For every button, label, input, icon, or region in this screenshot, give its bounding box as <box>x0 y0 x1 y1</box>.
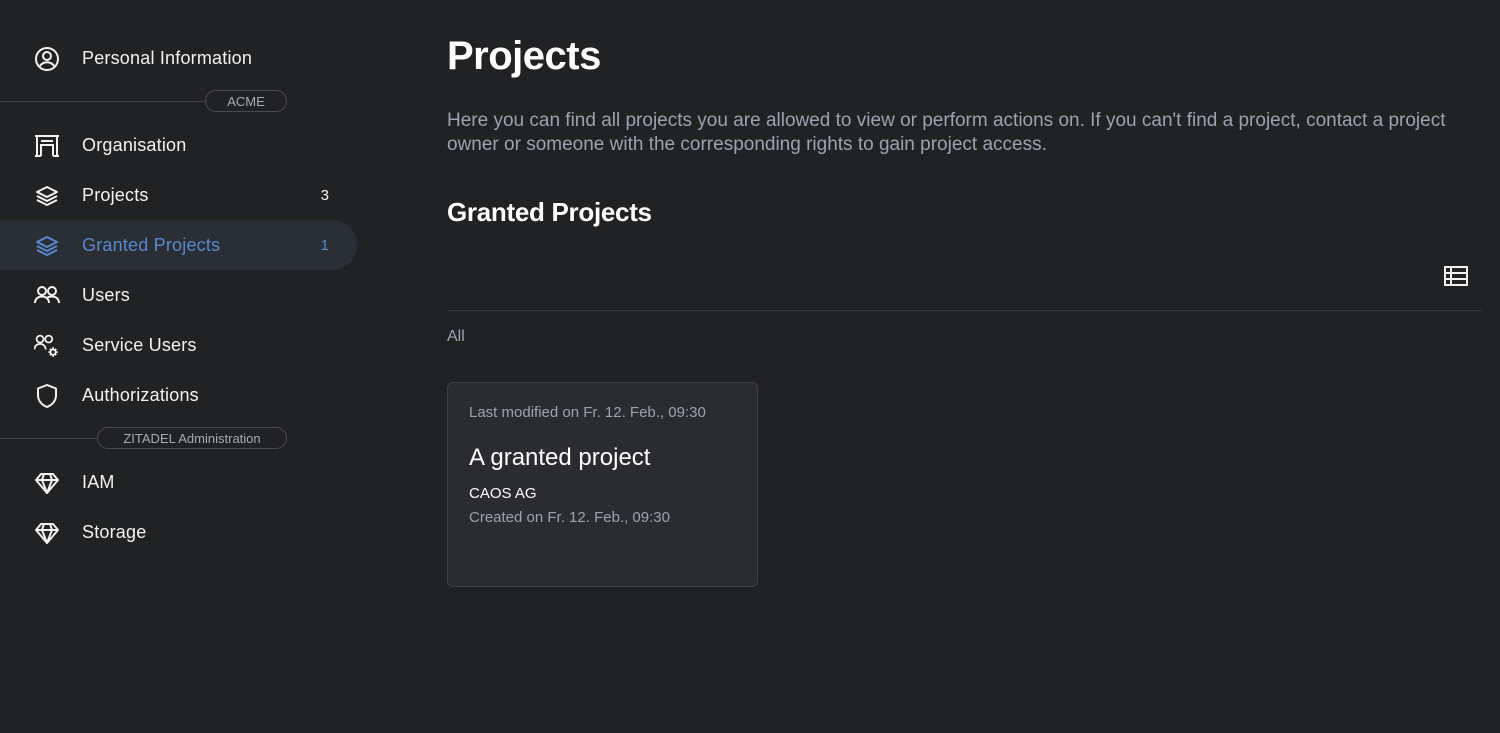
sidebar-item-service-users[interactable]: Service Users <box>0 320 357 370</box>
sidebar-item-label: Service Users <box>82 334 197 355</box>
granted-projects-count-badge: 1 <box>320 236 329 254</box>
projects-count-badge: 3 <box>320 186 329 204</box>
sidebar-item-authorizations[interactable]: Authorizations <box>0 370 357 420</box>
list-view-icon[interactable] <box>1444 264 1468 288</box>
sidebar-item-label: Organisation <box>82 134 187 155</box>
personal-information-link[interactable]: Personal Information <box>0 33 357 83</box>
divider <box>0 101 205 102</box>
sidebar-item-granted-projects[interactable]: Granted Projects 1 <box>0 220 357 270</box>
layers-icon <box>34 183 60 209</box>
sidebar-item-label: IAM <box>82 471 115 492</box>
sidebar-item-organisation[interactable]: Organisation <box>0 120 357 170</box>
sidebar-item-users[interactable]: Users <box>0 270 357 320</box>
page-description: Here you can find all projects you are a… <box>447 110 1446 155</box>
sidebar-item-label: Authorizations <box>82 384 199 405</box>
section-title: Granted Projects <box>447 197 652 227</box>
building-icon <box>34 133 60 159</box>
card-created: Created on Fr. 12. Feb., 09:30 <box>469 509 670 526</box>
admin-section-chip: ZITADEL Administration <box>97 427 287 449</box>
page-title: Projects <box>447 34 601 78</box>
org-section-chip: ACME <box>205 90 287 112</box>
filter-all-label: All <box>447 328 465 345</box>
diamond-icon <box>34 520 60 546</box>
sidebar-item-storage[interactable]: Storage <box>0 507 357 557</box>
sidebar-item-label: Projects <box>82 184 149 205</box>
sidebar-item-iam[interactable]: IAM <box>0 457 357 507</box>
divider <box>447 310 1482 311</box>
sidebar-item-projects[interactable]: Projects 3 <box>0 170 357 220</box>
personal-information-label: Personal Information <box>82 47 253 68</box>
divider <box>0 438 97 439</box>
card-project-name: A granted project <box>469 444 651 471</box>
sidebar-item-label: Granted Projects <box>82 234 221 255</box>
diamond-icon <box>34 470 60 496</box>
card-organisation: CAOS AG <box>469 485 537 502</box>
sidebar-item-label: Storage <box>82 521 147 542</box>
project-card[interactable]: Last modified on Fr. 12. Feb., 09:30 A g… <box>447 382 758 587</box>
main-content: Projects Here you can find all projects … <box>447 0 1500 733</box>
users-icon <box>34 283 60 309</box>
layers-icon <box>34 233 60 259</box>
card-last-modified: Last modified on Fr. 12. Feb., 09:30 <box>469 404 706 421</box>
shield-icon <box>34 383 60 409</box>
sidebar: Personal Information ACME Organisation P… <box>0 0 360 733</box>
sidebar-item-label: Users <box>82 284 131 305</box>
user-circle-icon <box>34 46 60 72</box>
users-gear-icon <box>34 333 60 359</box>
